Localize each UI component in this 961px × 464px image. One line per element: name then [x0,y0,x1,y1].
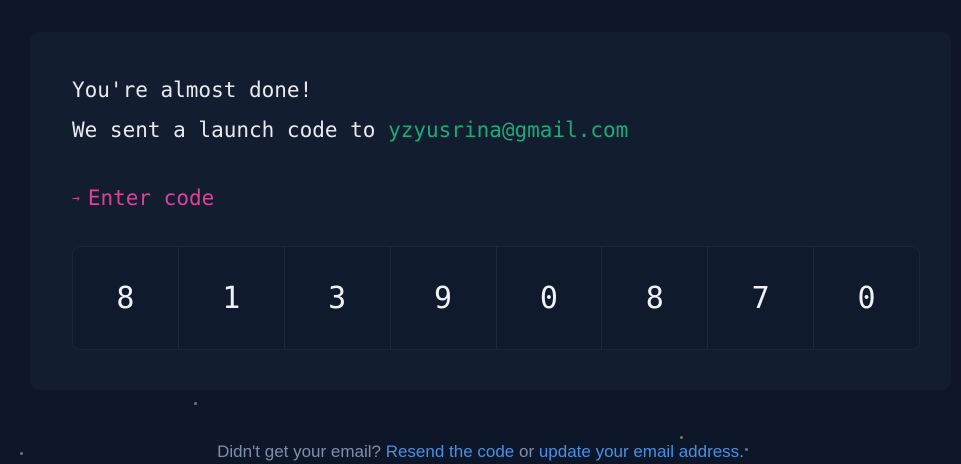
star-speck [194,402,197,405]
arrow-right-icon: → [72,191,80,206]
resend-code-link[interactable]: Resend the code [386,442,515,461]
verification-card: You're almost done! We sent a launch cod… [30,32,951,390]
resend-footer: Didn't get your email? Resend the code o… [0,442,961,462]
footer-or: or [518,442,535,461]
heading-almost-done: You're almost done! [72,78,313,102]
enter-code-label: Enter code [87,186,215,210]
code-digit-3[interactable]: 3 [285,247,391,349]
code-digit-1[interactable]: 8 [73,247,179,349]
enter-code-prompt: → Enter code [72,186,214,210]
update-email-link[interactable]: update your email address [539,442,739,461]
footer-period: . [739,442,744,461]
code-digit-5[interactable]: 0 [497,247,603,349]
code-digit-6[interactable]: 8 [602,247,709,349]
email-address: yzyusrina@gmail.com [388,118,629,142]
code-digit-2[interactable]: 1 [179,247,285,349]
code-digit-4[interactable]: 9 [391,247,497,349]
sent-code-text: We sent a launch code to [72,118,376,142]
footer-question: Didn't get your email? [217,442,381,461]
code-digit-8[interactable]: 0 [814,247,919,349]
star-speck [680,436,683,439]
code-input-group: 8 1 3 9 0 8 7 0 [72,246,920,350]
code-digit-7[interactable]: 7 [708,247,815,349]
sent-code-message: We sent a launch code to yzyusrina@gmail… [72,118,628,142]
